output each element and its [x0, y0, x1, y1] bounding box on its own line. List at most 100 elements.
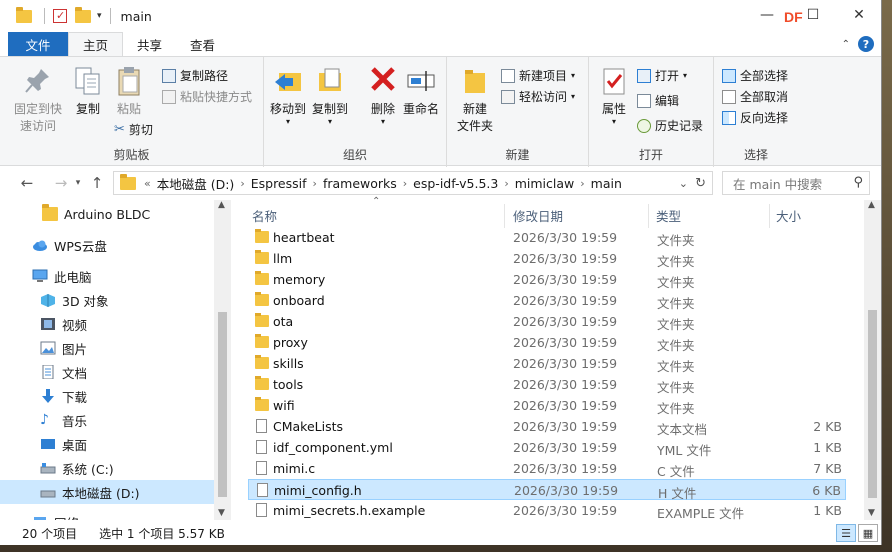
up-icon[interactable]: ↑	[86, 174, 108, 192]
nav-item-this-pc[interactable]: 此电脑	[0, 264, 214, 288]
close-icon[interactable]: ✕	[836, 0, 881, 30]
table-row[interactable]: mimi_secrets.h.example 2026/3/30 19:59 EXA…	[248, 500, 846, 521]
large-icons-view-icon[interactable]: ▦	[858, 524, 878, 542]
nav-item-desktop[interactable]: 桌面	[0, 432, 214, 456]
open-button[interactable]: 打开 ▾	[637, 67, 687, 84]
breadcrumb-d-drive[interactable]: 本地磁盘 (D:)	[153, 174, 239, 193]
copy-button[interactable]: 复制	[73, 65, 103, 118]
table-row[interactable]: heartbeat 2026/3/30 19:59 文件夹	[248, 227, 846, 248]
details-view-icon[interactable]: ☰	[836, 524, 856, 542]
column-header-date[interactable]: 修改日期	[513, 204, 563, 226]
customize-dropdown-icon[interactable]: ▾	[97, 11, 102, 21]
file-list-scrollbar[interactable]: ▲ ▼	[864, 200, 881, 520]
table-row[interactable]: idf_component.yml 2026/3/30 19:59 YML 文件 1 …	[248, 437, 846, 458]
recent-dropdown-icon[interactable]: ▾	[72, 178, 84, 188]
back-icon[interactable]: ←	[16, 174, 38, 192]
properties-check-icon[interactable]: ✓	[53, 9, 67, 23]
tab-view[interactable]: 查看	[176, 32, 229, 56]
nav-item-pictures[interactable]: 图片	[0, 336, 214, 360]
file-type: 文件夹	[657, 359, 695, 374]
breadcrumb-separator-icon[interactable]: ›	[311, 177, 319, 190]
column-header-size[interactable]: 大小	[776, 204, 801, 226]
table-row[interactable]: skills 2026/3/30 19:59 文件夹	[248, 353, 846, 374]
properties-button[interactable]: 属性 ▾	[599, 65, 629, 126]
column-divider[interactable]	[769, 204, 770, 228]
address-bar[interactable]: « 本地磁盘 (D:) › Espressif › frameworks › e…	[113, 171, 713, 195]
history-button[interactable]: 历史记录	[637, 117, 703, 134]
nav-scrollbar[interactable]: ▲ ▼	[214, 200, 231, 520]
column-divider[interactable]	[648, 204, 649, 228]
scroll-up-icon[interactable]: ▲	[868, 200, 875, 210]
nav-item-wps-cloud[interactable]: WPS云盘	[0, 233, 214, 257]
paste-shortcut-button[interactable]: 粘贴快捷方式	[162, 88, 252, 105]
table-row[interactable]: tools 2026/3/30 19:59 文件夹	[248, 374, 846, 395]
table-row[interactable]: mimi_config.h 2026/3/30 19:59 H 文件 6 KB	[248, 479, 846, 501]
breadcrumb-separator-icon[interactable]: ›	[502, 177, 510, 190]
select-none-button[interactable]: 全部取消	[722, 88, 788, 105]
pin-to-quick-access-button[interactable]: 固定到快 速访问	[14, 65, 62, 135]
nav-item-arduino-bldc[interactable]: Arduino BLDC	[0, 202, 214, 226]
nav-item-system-c[interactable]: 系统 (C:)	[0, 456, 214, 480]
overflow-chevron[interactable]: «	[142, 177, 153, 190]
breadcrumb-separator-icon[interactable]: ›	[578, 177, 586, 190]
invert-selection-button[interactable]: 反向选择	[722, 109, 788, 126]
nav-item-downloads[interactable]: 下载	[0, 384, 214, 408]
file-list-scrollbar-thumb[interactable]	[868, 310, 877, 498]
search-icon[interactable]: ⚲	[853, 175, 863, 190]
table-row[interactable]: wifi 2026/3/30 19:59 文件夹	[248, 395, 846, 416]
nav-item-documents[interactable]: 文档	[0, 360, 214, 384]
table-row[interactable]: ota 2026/3/30 19:59 文件夹	[248, 311, 846, 332]
column-divider[interactable]	[504, 204, 505, 228]
column-header-type[interactable]: 类型	[656, 204, 681, 226]
rename-button[interactable]: 重命名	[403, 65, 439, 118]
table-row[interactable]: CMakeLists 2026/3/30 19:59 文本文档 2 KB	[248, 416, 846, 437]
nav-item-videos[interactable]: 视频	[0, 312, 214, 336]
tab-home[interactable]: 主页	[68, 32, 124, 56]
table-row[interactable]: mimi.c 2026/3/30 19:59 C 文件 7 KB	[248, 458, 846, 479]
delete-button[interactable]: 删除 ▾	[368, 65, 398, 126]
cut-button[interactable]: ✂ 剪切	[114, 121, 153, 138]
forward-icon[interactable]: →	[50, 174, 72, 192]
edit-button[interactable]: 编辑	[637, 92, 679, 109]
move-to-button[interactable]: 移动到 ▾	[270, 65, 306, 126]
tab-file[interactable]: 文件	[8, 32, 68, 56]
collapse-ribbon-icon[interactable]: ⌃	[842, 39, 850, 50]
nav-item-music[interactable]: ♪ 音乐	[0, 408, 214, 432]
file-date: 2026/3/30 19:59	[514, 483, 619, 498]
breadcrumb-main[interactable]: main	[587, 176, 626, 191]
copy-to-button[interactable]: 复制到 ▾	[312, 65, 348, 126]
table-row[interactable]: proxy 2026/3/30 19:59 文件夹	[248, 332, 846, 353]
file-type: YML 文件	[657, 443, 712, 458]
breadcrumb-esp-idf[interactable]: esp-idf-v5.5.3	[409, 176, 502, 191]
nav-item-network[interactable]: 网络	[0, 510, 214, 520]
refresh-icon[interactable]: ↻	[695, 176, 706, 191]
new-item-button[interactable]: 新建项目 ▾	[501, 67, 575, 84]
scroll-down-icon[interactable]: ▼	[868, 508, 875, 518]
new-folder-button[interactable]: 新建 文件夹	[457, 65, 493, 135]
maximize-icon[interactable]: ☐	[790, 0, 836, 30]
minimize-icon[interactable]: —	[744, 0, 790, 30]
scroll-down-icon[interactable]: ▼	[218, 508, 225, 518]
search-input[interactable]: 在 main 中搜索 ⚲	[722, 171, 870, 195]
breadcrumb-separator-icon[interactable]: ›	[401, 177, 409, 190]
help-icon[interactable]: ?	[858, 36, 874, 52]
breadcrumb-espressif[interactable]: Espressif	[247, 176, 311, 191]
nav-scrollbar-thumb[interactable]	[218, 312, 227, 497]
new-folder-icon[interactable]	[75, 6, 91, 23]
table-row[interactable]: llm 2026/3/30 19:59 文件夹	[248, 248, 846, 269]
breadcrumb-separator-icon[interactable]: ›	[238, 177, 246, 190]
easy-access-button[interactable]: 轻松访问 ▾	[501, 88, 575, 105]
column-header-name[interactable]: 名称	[252, 204, 277, 226]
breadcrumb-mimiclaw[interactable]: mimiclaw	[511, 176, 579, 191]
copy-path-button[interactable]: 复制路径	[162, 67, 228, 84]
select-all-button[interactable]: 全部选择	[722, 67, 788, 84]
nav-item-local-d[interactable]: 本地磁盘 (D:)	[0, 480, 214, 504]
table-row[interactable]: onboard 2026/3/30 19:59 文件夹	[248, 290, 846, 311]
table-row[interactable]: memory 2026/3/30 19:59 文件夹	[248, 269, 846, 290]
paste-button[interactable]: 粘贴	[114, 65, 144, 118]
tab-share[interactable]: 共享	[123, 32, 176, 56]
breadcrumb-frameworks[interactable]: frameworks	[319, 176, 401, 191]
scroll-up-icon[interactable]: ▲	[218, 200, 225, 210]
nav-item-3d-objects[interactable]: 3D 对象	[0, 288, 214, 312]
address-dropdown-icon[interactable]: ⌄	[679, 177, 688, 190]
